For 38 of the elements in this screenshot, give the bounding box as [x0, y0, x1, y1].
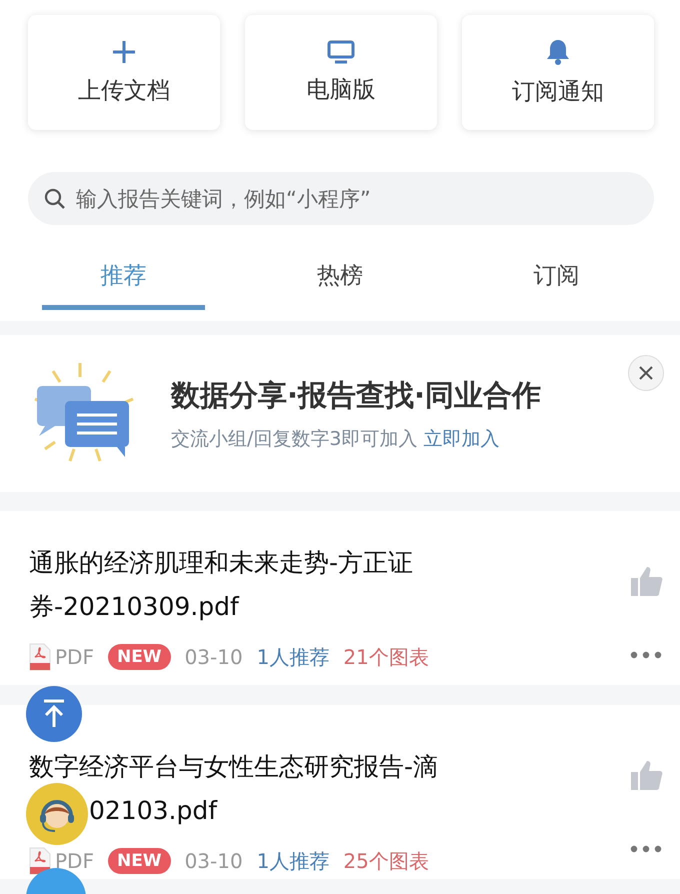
banner-subtitle: 交流小组/回复数字3即可加入 — [171, 428, 418, 450]
report-title: 通胀的经济肌理和未来走势-方正证 — [29, 547, 414, 579]
chart-count: 25个图表 — [343, 848, 429, 874]
file-type: PDF — [55, 645, 94, 669]
close-button[interactable] — [628, 355, 664, 391]
bell-icon — [545, 38, 571, 66]
report-title: 数字经济平台与女性生态研究报告-滴 — [29, 751, 438, 783]
pdf-file-icon — [29, 847, 51, 875]
recommend-count: 1人推荐 — [256, 644, 330, 670]
new-badge: NEW — [108, 644, 171, 670]
tab[interactable]: 订阅 — [534, 260, 580, 305]
action-card[interactable]: 上传文档 — [28, 15, 220, 130]
monitor-icon — [327, 40, 355, 64]
thumbs-up-icon[interactable] — [630, 759, 664, 791]
action-card[interactable]: 订阅通知 — [462, 15, 654, 130]
join-link[interactable]: 立即加入 — [424, 428, 500, 450]
file-type: PDF — [55, 849, 94, 873]
report-date: 03-10 — [184, 645, 243, 669]
plus-icon — [111, 39, 137, 65]
tab[interactable]: 热榜 — [316, 260, 363, 305]
banner-title: 数据分享·报告查找·同业合作 — [171, 376, 542, 414]
thumbs-up-icon[interactable] — [630, 565, 664, 597]
report-item[interactable]: 通胀的经济肌理和未来走势-方正证 券-20210309.pdf PDF NEW 03-10 1人推荐 21个图表 — [0, 511, 680, 685]
chart-count: 21个图表 — [343, 644, 429, 670]
report-title: 02103.pdf — [89, 795, 218, 827]
report-title: 券-20210309.pdf — [29, 591, 239, 623]
search-icon — [44, 188, 66, 210]
recommend-count: 1人推荐 — [256, 848, 330, 874]
report-date: 03-10 — [184, 849, 243, 873]
new-badge: NEW — [108, 848, 171, 874]
pdf-file-icon — [29, 643, 51, 671]
search-field[interactable]: 输入报告关键词，例如“小程序” — [28, 172, 654, 225]
close-icon — [639, 366, 653, 380]
arrow-up-icon — [42, 699, 66, 729]
more-icon[interactable] — [630, 845, 662, 853]
more-icon[interactable] — [630, 651, 662, 659]
action-card[interactable]: 电脑版 — [245, 15, 437, 130]
search-input[interactable]: 输入报告关键词，例如“小程序” — [74, 186, 638, 212]
